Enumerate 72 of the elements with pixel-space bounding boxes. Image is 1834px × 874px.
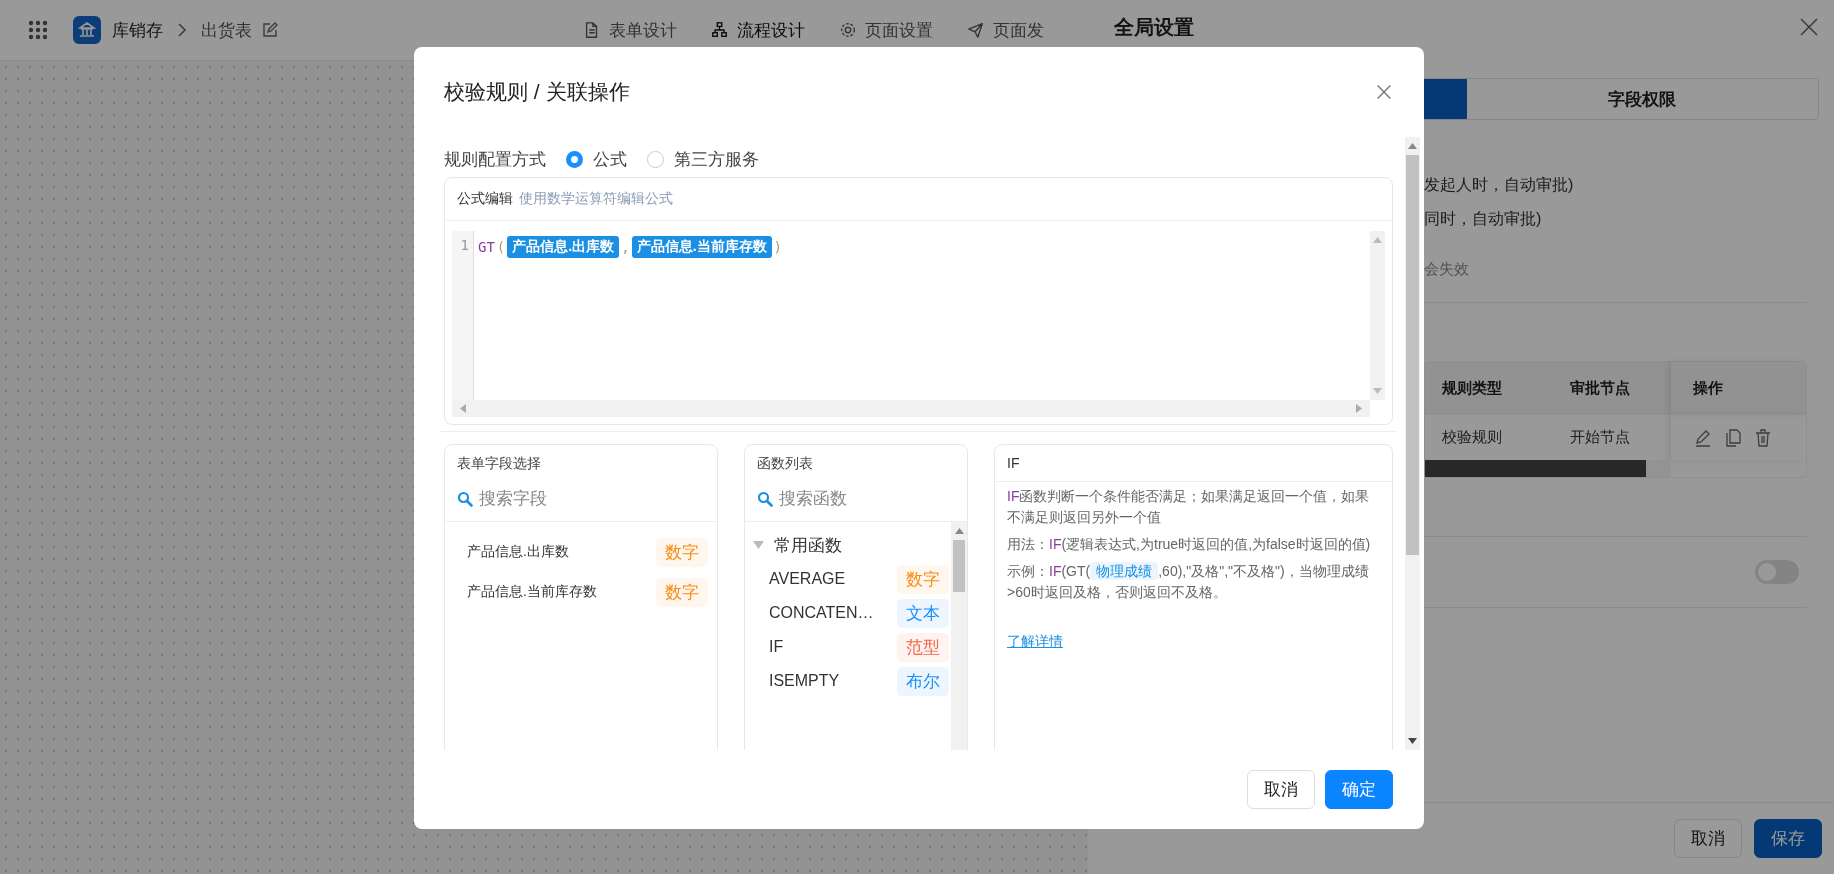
editor-hint: 使用数学运算符编辑公式 [519,190,673,208]
scrollbar-thumb[interactable] [953,540,965,592]
save-button[interactable]: 保存 [1754,819,1822,858]
flowchart-icon [711,21,729,39]
function-item[interactable]: ISEMPTY [769,672,840,690]
nav-tab[interactable]: 页面发 [967,18,1044,42]
line-number: 1 [459,237,469,253]
search-icon [757,491,773,507]
chevron-right-icon [175,23,189,37]
type-tag: 文本 [897,598,949,628]
nav-tab[interactable]: 表单设计 [583,18,677,42]
column-header: 规则类型 [1425,362,1553,414]
search-field[interactable]: 搜索函数 [779,489,889,509]
scroll-left-arrow-icon[interactable] [460,404,466,413]
type-tag: 数字 [897,564,949,594]
function-item[interactable]: AVERAGE [769,570,846,588]
confirm-button[interactable]: 确定 [1325,770,1393,809]
search-icon [457,491,473,507]
drawer-title: 全局设置 [1114,14,1194,40]
field-item[interactable]: 产品信息.出库数 [467,543,569,561]
help-paragraph: 示例：IF(GT( 物理成绩 ,60),"及格","不及格")，当物理成绩>60时返回及格，否则返回不及格。 [1007,561,1370,602]
type-tag: 范型 [897,632,949,662]
panel-title: IF [995,445,1392,482]
copy-icon[interactable] [1723,427,1743,448]
function-name: GT [478,239,495,255]
scroll-right-arrow-icon[interactable] [1356,404,1362,413]
close-icon[interactable] [1376,84,1392,100]
field-item[interactable]: 产品信息.当前库存数 [467,583,597,601]
scroll-down-arrow-icon[interactable] [1408,738,1417,744]
cancel-button[interactable]: 取消 [1247,770,1315,809]
code-punctuation: , [621,239,630,255]
type-tag: 数字 [656,577,708,607]
function-item[interactable]: IF [769,638,784,656]
editor-title: 公式编辑 [457,190,513,208]
scrollbar-thumb[interactable] [1406,155,1419,555]
hint-text: 会失效 [1424,259,1470,279]
option-text: 同时，自动审批) [1424,209,1543,229]
code-punctuation: ( [496,239,506,255]
app-name[interactable]: 库销存 [112,18,163,42]
page-name: 出货表 [201,19,252,42]
learn-more-link[interactable]: 了解详情 [1007,633,1063,651]
dialog-title: 校验规则 / 关联操作 [444,79,630,105]
edit-icon[interactable] [262,22,278,38]
scroll-up-arrow-icon[interactable] [1373,237,1382,243]
cancel-button[interactable]: 取消 [1674,819,1742,858]
paper-plane-icon [967,21,985,39]
column-header: 操作 [1671,362,1806,414]
option-text: 发起人时，自动审批) [1424,175,1575,195]
search-field[interactable]: 搜索字段 [479,489,589,509]
app-logo-icon [73,16,101,44]
gear-icon [839,21,857,39]
mode-radio[interactable]: 公式 [566,147,627,171]
function-item[interactable]: CONCATEN… [769,604,874,622]
panel-title: 表单字段选择 [456,454,542,473]
type-tag: 布尔 [897,666,949,696]
app-grid-icon[interactable] [28,20,48,40]
help-paragraph: 用法：IF(逻辑表达式,为true时返回的值,为false时返回的值) [1007,535,1372,554]
type-tag: 数字 [656,537,708,567]
scroll-up-arrow-icon[interactable] [954,528,964,534]
column-header: 审批节点 [1553,362,1671,414]
function-group[interactable]: 常用函数 [753,528,842,562]
close-icon[interactable] [1799,17,1819,37]
nav-tab[interactable]: 页面设置 [839,18,933,42]
mode-radio[interactable]: 第三方服务 [647,147,759,171]
nav-tab[interactable]: 流程设计 [711,18,805,42]
code-punctuation: ) [773,239,782,255]
help-paragraph: IF函数判断一个条件能否满足；如果满足返回一个值，如果不满足则返回另外一个值 [1007,487,1371,527]
trash-icon[interactable] [1753,427,1773,448]
mode-label: 规则配置方式 [444,148,546,171]
panel-title: 函数列表 [756,454,814,473]
scroll-up-arrow-icon[interactable] [1408,143,1417,149]
scrollbar-thumb[interactable] [1425,460,1646,477]
